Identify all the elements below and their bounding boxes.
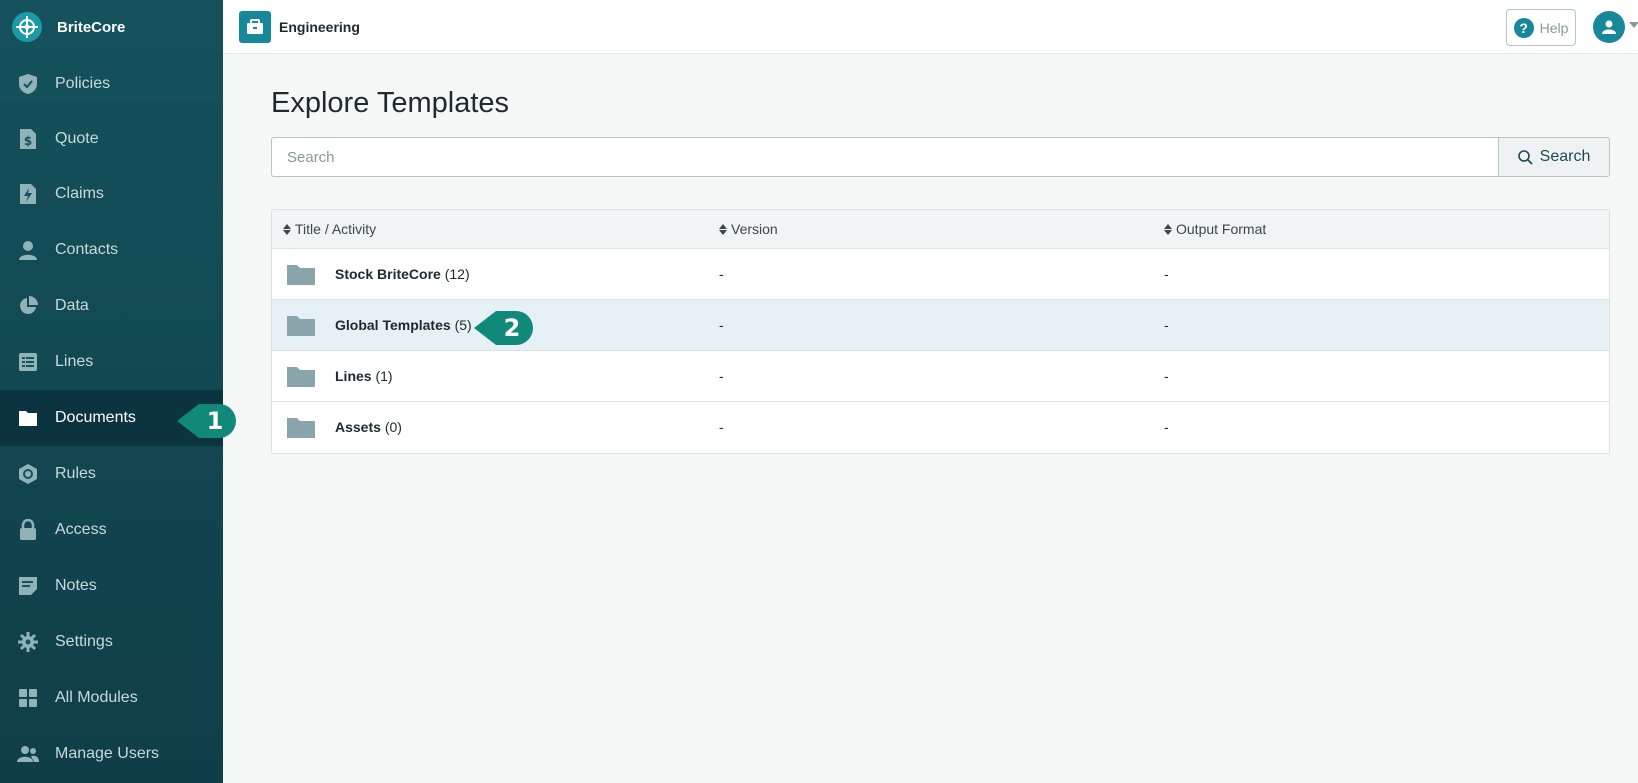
table-header: Title / Activity Version Output Format [272,210,1609,249]
sidebar-item-label: Policies [55,75,111,92]
sort-icon [1164,223,1172,235]
users-icon [16,742,40,766]
sidebar-item-label: Notes [55,577,97,594]
sidebar-item-label: Documents [55,409,136,426]
user-avatar[interactable] [1593,11,1625,43]
sidebar-item-quote[interactable]: $ Quote [0,111,223,167]
row-title[interactable]: Assets (0) [335,419,402,435]
callout-number: 1 [207,407,224,435]
pie-chart-icon [16,294,40,318]
bolt-document-icon [16,182,40,206]
sidebar-item-notes[interactable]: Notes [0,558,223,614]
column-header-version[interactable]: Version [719,221,778,237]
row-output-format: - [1164,368,1169,384]
question-icon: ? [1513,17,1534,38]
brand-name: BriteCore [57,18,126,36]
sidebar-item-label: Manage Users [55,745,160,762]
column-header-output-format[interactable]: Output Format [1164,221,1266,237]
folder-icon [287,316,315,336]
organization-name[interactable]: Engineering [279,19,360,35]
sidebar-item-label: Lines [55,353,94,370]
sidebar-item-label: Access [55,521,107,538]
sidebar-item-label: Data [55,297,89,314]
search-input[interactable] [271,137,1498,177]
folder-icon [287,367,315,387]
search-button[interactable]: Search [1498,137,1610,177]
sidebar-item-label: Settings [55,633,113,650]
row-output-format: - [1164,266,1169,282]
folder-icon [287,418,315,438]
search-icon [1517,149,1533,165]
list-icon [16,350,40,374]
row-output-format: - [1164,317,1169,333]
britecore-logo-icon [12,12,42,42]
sidebar-item-contacts[interactable]: Contacts [0,222,223,278]
note-icon [16,574,40,598]
table-row[interactable]: Stock BriteCore (12) - - [272,249,1609,300]
sidebar-item-claims[interactable]: Claims [0,166,223,222]
folder-icon [16,406,40,430]
sidebar-item-label: Quote [55,130,99,147]
callout-step-2: 2 [472,307,538,354]
person-icon [16,238,40,262]
sidebar-item-access[interactable]: Access [0,502,223,558]
column-header-label: Title / Activity [295,221,377,237]
help-button[interactable]: ? Help [1506,9,1576,46]
lock-icon [16,518,40,542]
row-title[interactable]: Global Templates (5) [335,317,472,333]
help-label: Help [1539,19,1569,36]
sidebar-item-data[interactable]: Data [0,278,223,334]
sidebar: BriteCore Policies $ Quote Claims Contac… [0,0,223,783]
sidebar-item-all-modules[interactable]: All Modules [0,670,223,726]
search-bar: Search [271,137,1610,177]
folder-icon [287,265,315,285]
gear-icon [16,630,40,654]
row-version: - [719,368,724,384]
user-icon [1602,20,1616,34]
row-version: - [719,266,724,282]
column-header-title[interactable]: Title / Activity [283,221,376,237]
row-version: - [719,317,724,333]
sort-icon [719,223,727,235]
dollar-document-icon: $ [16,127,40,151]
sidebar-item-lines[interactable]: Lines [0,334,223,390]
sidebar-item-rules[interactable]: Rules [0,446,223,502]
chevron-down-icon[interactable] [1629,22,1638,28]
sort-icon [283,223,291,235]
callout-step-1: 1 [175,400,241,447]
sidebar-item-label: All Modules [55,689,138,706]
sidebar-item-manage-users[interactable]: Manage Users [0,726,223,782]
shield-check-icon [16,72,40,96]
row-title[interactable]: Lines (1) [335,368,393,384]
sidebar-item-label: Contacts [55,241,119,258]
search-button-label: Search [1539,148,1591,165]
sidebar-item-label: Claims [55,185,104,202]
row-title[interactable]: Stock BriteCore (12) [335,266,470,282]
table-row[interactable]: Assets (0) - - [272,402,1609,453]
row-output-format: - [1164,419,1169,435]
briefcase-icon [239,11,271,43]
column-header-label: Output Format [1176,221,1267,237]
gear-badge-icon [16,462,40,486]
svg-text:$: $ [24,134,32,148]
top-bar: Engineering ? Help [223,0,1638,54]
sidebar-item-policies[interactable]: Policies [0,56,223,112]
table-row[interactable]: Lines (1) - - [272,351,1609,402]
column-header-label: Version [731,221,778,237]
page-title: Explore Templates [271,87,510,119]
sidebar-item-settings[interactable]: Settings [0,614,223,670]
grid-icon [16,686,40,710]
callout-number: 2 [504,314,521,342]
brand[interactable]: BriteCore [0,0,223,54]
row-version: - [719,419,724,435]
sidebar-item-label: Rules [55,465,96,482]
